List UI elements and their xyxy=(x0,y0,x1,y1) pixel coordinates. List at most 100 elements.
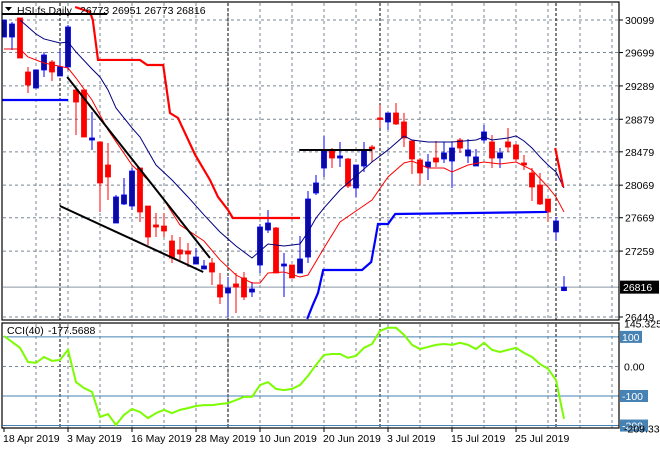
dropdown-triangle-icon[interactable] xyxy=(5,7,12,11)
time-axis-label: 3 Jul 2019 xyxy=(387,433,436,445)
time-axis-label: 3 May 2019 xyxy=(67,433,122,445)
candle-body xyxy=(329,150,335,159)
candle-body xyxy=(385,112,391,123)
candle-body xyxy=(129,170,135,207)
candle xyxy=(529,168,535,201)
price-axis-label: 27259 xyxy=(625,246,654,258)
candle xyxy=(73,88,79,135)
candle-body xyxy=(161,225,167,232)
fast-ma-line xyxy=(4,48,565,284)
candle-body xyxy=(273,227,279,274)
candle-body xyxy=(289,264,295,279)
candle xyxy=(281,252,287,297)
chart-window[interactable]: 30099 29699 29289 28879 28479 28069 27669 27259… xyxy=(0,0,660,450)
candle-body xyxy=(481,131,487,141)
candle xyxy=(417,158,423,186)
candle-body xyxy=(505,141,511,148)
candle-body xyxy=(217,284,223,298)
candle xyxy=(545,198,551,222)
candle-body xyxy=(561,286,567,292)
candle xyxy=(41,51,47,77)
chart-symbol-timeframe: HSI.fs,Daily xyxy=(17,5,73,17)
candle xyxy=(393,102,399,125)
candle xyxy=(409,140,415,174)
chart-ohlc-readout: 26773 26951 26773 26816 xyxy=(80,5,206,17)
candle xyxy=(305,190,311,263)
candle xyxy=(121,178,127,205)
candle xyxy=(521,154,527,170)
time-axis-label: 18 Apr 2019 xyxy=(3,433,60,445)
candle xyxy=(57,50,63,77)
candle xyxy=(225,276,231,317)
candle-body xyxy=(193,256,199,265)
candle-body xyxy=(433,157,439,163)
candle-body xyxy=(297,258,303,274)
candle xyxy=(273,227,279,274)
candle xyxy=(561,276,567,292)
candle xyxy=(289,264,295,279)
candle-body xyxy=(321,149,327,169)
candle-body xyxy=(529,172,535,188)
candle xyxy=(369,144,375,162)
candle-body xyxy=(177,249,183,255)
grid xyxy=(3,3,619,428)
cci-indicator-value: -177.5688 xyxy=(48,325,95,337)
candle-body xyxy=(9,23,15,38)
candle-body xyxy=(241,277,247,298)
candle-body xyxy=(185,250,191,255)
candle-body xyxy=(553,220,559,233)
candle xyxy=(145,205,151,245)
candle-body xyxy=(449,147,455,162)
candle xyxy=(337,141,343,167)
candle xyxy=(217,272,223,304)
candle xyxy=(257,223,263,273)
time-axis-label: 16 May 2019 xyxy=(131,433,192,445)
candle-body xyxy=(89,137,95,141)
candle-body xyxy=(257,226,263,266)
cci-axis-label: -100 xyxy=(622,391,643,403)
candle xyxy=(17,17,23,59)
price-axis-label: 28879 xyxy=(625,114,654,126)
candle-body xyxy=(233,283,239,288)
candle-body xyxy=(473,156,479,167)
candle xyxy=(113,194,119,224)
candle xyxy=(313,175,319,195)
candle-body xyxy=(313,182,319,194)
candle xyxy=(129,168,135,210)
candle-body xyxy=(97,141,103,184)
time-axis-label: 15 Jul 2019 xyxy=(451,433,505,445)
candle-body xyxy=(545,198,551,213)
candle xyxy=(513,144,519,162)
cci-pane xyxy=(3,326,619,427)
candle xyxy=(385,112,391,130)
candle xyxy=(457,137,463,153)
candle xyxy=(353,164,359,197)
time-axis-label: 20 Jun 2019 xyxy=(323,433,381,445)
candle xyxy=(401,113,407,148)
candle xyxy=(9,21,15,51)
candle xyxy=(97,141,103,212)
candle-body xyxy=(489,141,495,159)
price-axis-label: 29289 xyxy=(625,81,654,93)
candle-body xyxy=(121,194,127,205)
candle-body xyxy=(49,61,55,73)
candle xyxy=(153,213,159,238)
falling-upper-trendline-line xyxy=(66,76,211,259)
candle xyxy=(433,140,439,167)
candle-body xyxy=(105,164,111,178)
candle xyxy=(233,272,239,314)
candle-body xyxy=(201,265,207,270)
cci-axis-label: 100 xyxy=(622,332,640,344)
current-price-label: 26816 xyxy=(623,282,652,294)
time-axis-label: 28 May 2019 xyxy=(195,433,256,445)
candle-body xyxy=(225,287,231,294)
price-axis-label: 28069 xyxy=(625,180,654,192)
candle-body xyxy=(209,262,215,273)
price-pane-frame xyxy=(1,1,620,321)
candle-body xyxy=(249,288,255,293)
lower-channel-recent-line xyxy=(306,210,548,320)
candle xyxy=(249,282,255,297)
cci-pane-frame xyxy=(1,322,620,429)
candle xyxy=(505,127,511,152)
candle xyxy=(89,112,95,150)
